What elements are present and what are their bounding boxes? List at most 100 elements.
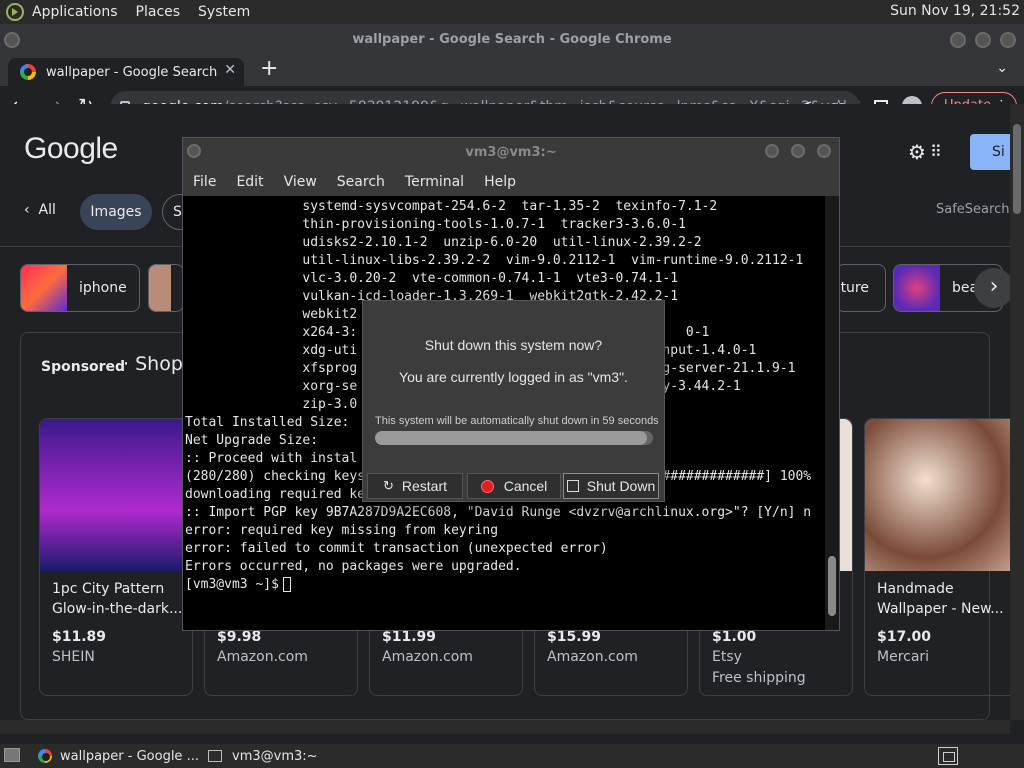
- product-store: Amazon.com: [217, 649, 308, 665]
- chrome-titlebar: wallpaper - Google Search - Google Chrom…: [0, 24, 1024, 56]
- chrome-icon: [38, 749, 52, 763]
- menu-terminal[interactable]: Terminal: [405, 174, 464, 190]
- terminal-line: error: failed to commit transaction (une…: [185, 541, 608, 556]
- shutdown-progress-fill: [375, 431, 648, 445]
- tab-google-search[interactable]: wallpaper - Google Search ✕: [8, 58, 244, 86]
- chip-label: iphone: [79, 280, 127, 296]
- terminal-cursor: [282, 577, 291, 592]
- maximize-icon[interactable]: [975, 32, 991, 48]
- distro-logo-icon[interactable]: [6, 3, 24, 21]
- product-image: [40, 419, 192, 571]
- restart-label: Restart: [401, 478, 448, 494]
- window-menu-icon[interactable]: [187, 144, 201, 158]
- google-logo[interactable]: Google: [24, 132, 118, 166]
- menu-applications[interactable]: Applications: [32, 4, 118, 20]
- terminal-title: vm3@vm3:~: [465, 145, 557, 160]
- product-price: $11.99: [382, 629, 437, 645]
- menu-edit[interactable]: Edit: [236, 174, 263, 190]
- terminal-titlebar: vm3@vm3:~: [183, 138, 839, 168]
- chip-iphone[interactable]: iphone: [20, 264, 140, 312]
- product-name: Handmade Wallpaper - New...: [877, 581, 1004, 617]
- chip-ture[interactable]: ture: [836, 264, 886, 312]
- shut-down-button[interactable]: Shut Down: [563, 473, 659, 499]
- terminal-icon: [208, 750, 222, 762]
- sponsored-label: Sponsored: [41, 359, 126, 375]
- close-window-icon[interactable]: [817, 144, 831, 158]
- product-store: Etsy: [712, 649, 742, 665]
- show-desktop-icon[interactable]: [4, 748, 20, 762]
- product-store: Amazon.com: [382, 649, 473, 665]
- page-scrollbar[interactable]: [1010, 104, 1024, 720]
- menu-help[interactable]: Help: [484, 174, 516, 190]
- panel-clock[interactable]: Sun Nov 19, 21:52: [890, 3, 1020, 19]
- tab-title: wallpaper - Google Search: [46, 64, 218, 80]
- nav-all[interactable]: ‹ All: [24, 202, 56, 218]
- new-tab-icon[interactable]: +: [260, 56, 278, 81]
- cancel-button[interactable]: Cancel: [467, 473, 561, 499]
- nav-all-label: All: [38, 202, 56, 218]
- menu-system[interactable]: System: [198, 4, 250, 20]
- menu-search[interactable]: Search: [337, 174, 385, 190]
- shutdown-icon: [566, 480, 579, 492]
- menu-file[interactable]: File: [193, 174, 216, 190]
- close-window-icon[interactable]: [1000, 32, 1016, 48]
- page-scrollbar-horizontal[interactable]: [0, 720, 1010, 734]
- product-card[interactable]: Handmade Wallpaper - New... $17.00 Mercar…: [864, 418, 1010, 696]
- taskbar-chrome-label: wallpaper - Google ...: [60, 748, 199, 764]
- product-store: SHEIN: [52, 649, 95, 665]
- product-image: [865, 419, 1010, 571]
- maximize-icon[interactable]: [791, 144, 805, 158]
- tab-strip: wallpaper - Google Search ✕ + ⌄: [0, 56, 1024, 86]
- terminal-prompt[interactable]: [vm3@vm3 ~]$: [185, 576, 825, 594]
- cancel-label: Cancel: [503, 478, 548, 494]
- dialog-question: Shut down this system now?: [424, 337, 603, 353]
- scroll-thumb[interactable]: [1013, 124, 1021, 214]
- restart-icon: ↻: [382, 478, 394, 493]
- terminal-menubar: File Edit View Search Terminal Help: [183, 168, 839, 196]
- sign-in-button[interactable]: Si: [970, 134, 1010, 170]
- nav-images-tab[interactable]: Images: [80, 194, 152, 230]
- chips-next-icon[interactable]: ›: [974, 268, 1010, 308]
- product-price: $9.98: [217, 629, 262, 645]
- tab-close-icon[interactable]: ✕: [224, 62, 236, 78]
- terminal-line: Errors occurred, no packages were upgrad…: [185, 559, 522, 574]
- terminal-scrollbar[interactable]: [825, 196, 839, 630]
- settings-gear-icon[interactable]: ⚙: [908, 140, 926, 164]
- chevron-left-icon: ‹: [24, 202, 30, 218]
- apps-grid-icon[interactable]: ⠿: [930, 142, 942, 161]
- workspace-switcher-icon[interactable]: [938, 747, 958, 765]
- dialog-countdown: This system will be automatically shut d…: [375, 415, 659, 427]
- chip-2[interactable]: [148, 264, 184, 312]
- terminal-line: thin-provisioning-tools-1.0.7-1 tracker3…: [185, 217, 686, 232]
- chip-thumbnail: [21, 265, 67, 311]
- safesearch-link[interactable]: SafeSearch: [936, 202, 1009, 217]
- product-name: 1pc City Pattern Glow-in-the-dark...: [52, 581, 183, 617]
- chrome-window-title: wallpaper - Google Search - Google Chrom…: [352, 32, 672, 47]
- bottom-taskbar: wallpaper - Google ... vm3@vm3:~: [0, 744, 1024, 768]
- terminal-line: :: Import PGP key 9B7A287D9A2EC608, "Dav…: [185, 505, 812, 520]
- terminal-line: error: required key missing from keyring: [185, 523, 499, 538]
- product-store: Mercari: [877, 649, 930, 665]
- product-price: $1.00: [712, 629, 757, 645]
- terminal-line: util-linux-libs-2.39.2-2 vim-9.0.2112-1 …: [185, 253, 804, 268]
- google-favicon-icon: [20, 64, 36, 80]
- product-card[interactable]: 1pc City Pattern Glow-in-the-dark... $11.…: [39, 418, 193, 696]
- terminal-scroll-thumb[interactable]: [828, 556, 836, 616]
- terminal-line: systemd-sysvcompat-254.6-2 tar-1.35-2 te…: [185, 199, 718, 214]
- minimize-icon[interactable]: [765, 144, 779, 158]
- menu-view[interactable]: View: [284, 174, 317, 190]
- top-panel: Applications Places System Sun Nov 19, 2…: [0, 0, 1024, 24]
- shutdown-progress: [375, 431, 653, 445]
- product-shipping: Free shipping: [712, 670, 806, 686]
- minimize-icon[interactable]: [950, 32, 966, 48]
- terminal-line: udisks2-2.10.1-2 unzip-6.0-20 util-linux…: [185, 235, 702, 250]
- cancel-icon: [480, 479, 494, 493]
- tab-search-chevron-icon[interactable]: ⌄: [996, 60, 1008, 76]
- restart-button[interactable]: ↻ Restart: [367, 473, 463, 499]
- product-store: Amazon.com: [547, 649, 638, 665]
- menu-places[interactable]: Places: [136, 4, 181, 20]
- window-menu-icon[interactable]: [4, 32, 20, 48]
- chip-thumbnail: [894, 265, 940, 311]
- taskbar-chrome[interactable]: wallpaper - Google ...: [38, 746, 199, 766]
- taskbar-terminal[interactable]: vm3@vm3:~: [208, 746, 318, 766]
